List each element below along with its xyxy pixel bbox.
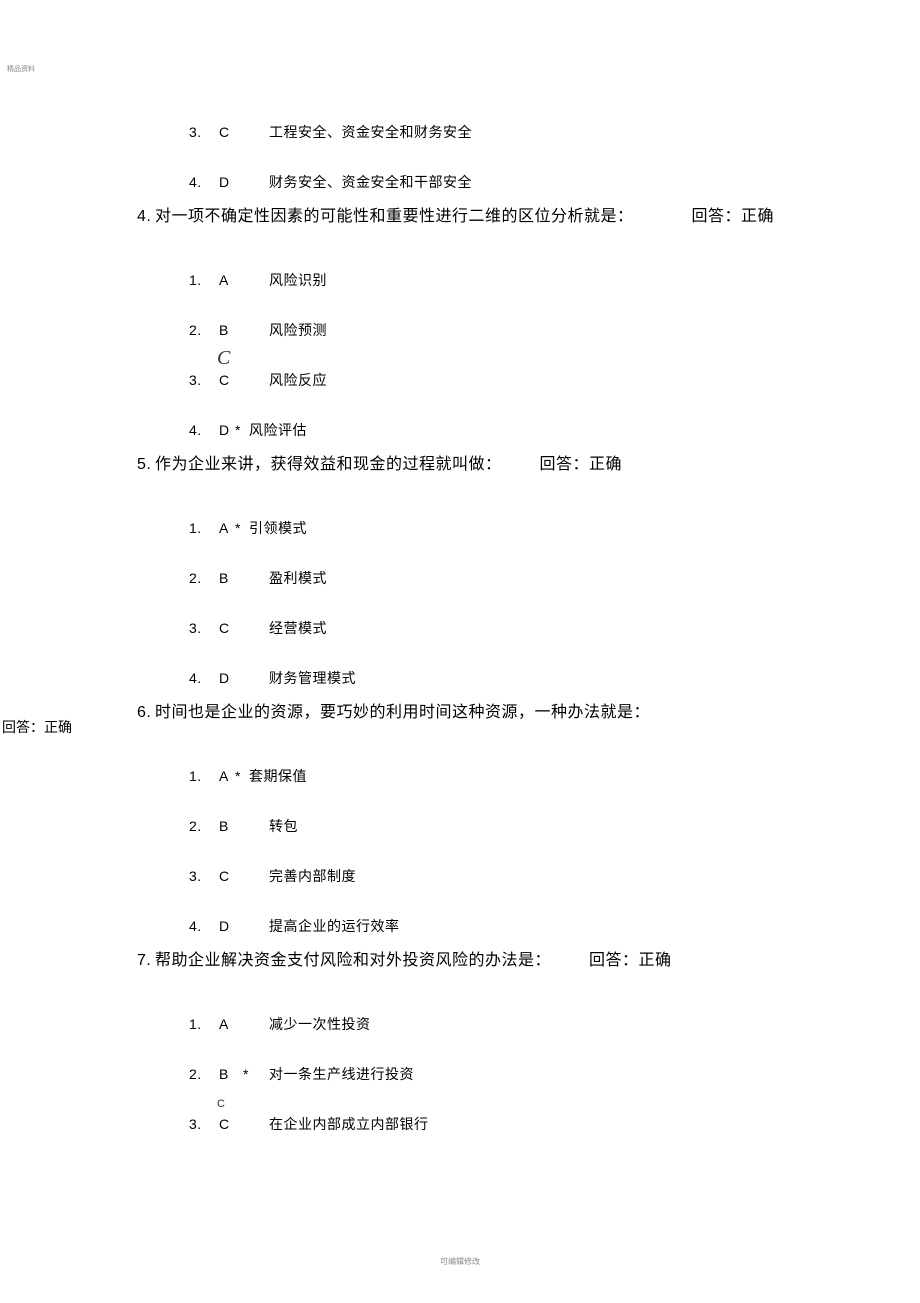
option-letter: A xyxy=(219,1016,269,1032)
option-letter: D xyxy=(219,174,269,190)
option-row: C 3. C 在企业内部成立内部银行 xyxy=(189,1114,920,1136)
option-letter: C xyxy=(219,868,269,884)
question-prev-options: 3. C 工程安全、资金安全和财务安全 4. D 财务安全、资金安全和干部安全 xyxy=(0,122,920,194)
option-number: 3. xyxy=(189,124,219,140)
answer-feedback: 回答：正确 xyxy=(589,950,672,972)
question-text: 时间也是企业的资源，要巧妙的利用时间这种资源，一种办法就是： xyxy=(155,704,650,721)
option-text: 套期保值 xyxy=(249,766,307,786)
question-7: 7.帮助企业解决资金支付风险和对外投资风险的办法是： 回答：正确 1. A 减少一… xyxy=(0,950,920,1136)
question-6: 回答：正确 6.时间也是企业的资源，要巧妙的利用时间这种资源，一种办法就是： 1… xyxy=(0,702,920,938)
option-row: 2. B 转包 xyxy=(189,816,920,838)
option-row: 4. D 财务安全、资金安全和干部安全 xyxy=(189,172,920,194)
question-number: 5. xyxy=(137,454,155,476)
option-letter: A xyxy=(219,768,235,784)
question-stem: 5.作为企业来讲，获得效益和现金的过程就叫做： 回答：正确 xyxy=(137,454,920,476)
option-letter: C xyxy=(219,1116,269,1132)
option-number: 4. xyxy=(189,422,219,438)
option-text: 引领模式 xyxy=(249,518,307,538)
option-number: 2. xyxy=(189,818,219,834)
footer-watermark: 可编辑修改 xyxy=(0,1256,920,1267)
answer-feedback: 回答：正确 xyxy=(692,206,775,228)
option-letter: C xyxy=(219,124,269,140)
question-text: 作为企业来讲，获得效益和现金的过程就叫做： xyxy=(155,456,502,473)
option-text: 对一条生产线进行投资 xyxy=(269,1064,414,1084)
option-text: 工程安全、资金安全和财务安全 xyxy=(269,122,472,142)
option-text: 财务安全、资金安全和干部安全 xyxy=(269,172,472,192)
option-letter: B xyxy=(219,1066,243,1082)
option-number: 1. xyxy=(189,520,219,536)
option-number: 1. xyxy=(189,272,219,288)
option-row: C 3. C 风险反应 xyxy=(189,370,920,392)
option-text: 转包 xyxy=(269,816,298,836)
option-row: 1. A* 套期保值 xyxy=(189,766,920,788)
option-row: 4. D 财务管理模式 xyxy=(189,668,920,690)
question-text: 对一项不确定性因素的可能性和重要性进行二维的区位分析就是： xyxy=(155,208,634,225)
handwritten-annotation: C xyxy=(217,348,231,368)
option-number: 4. xyxy=(189,174,219,190)
correct-star-icon: * xyxy=(243,1066,269,1082)
option-text: 盈利模式 xyxy=(269,568,327,588)
option-number: 4. xyxy=(189,918,219,934)
option-number: 3. xyxy=(189,620,219,636)
option-letter: A xyxy=(219,520,235,536)
option-letter: D xyxy=(219,670,269,686)
question-stem: 4.对一项不确定性因素的可能性和重要性进行二维的区位分析就是： 回答：正确 xyxy=(137,206,920,228)
option-row: 3. C 工程安全、资金安全和财务安全 xyxy=(189,122,920,144)
question-number: 4. xyxy=(137,206,155,228)
option-row: 2. B 盈利模式 xyxy=(189,568,920,590)
question-number: 7. xyxy=(137,950,155,972)
question-stem: 7.帮助企业解决资金支付风险和对外投资风险的办法是： 回答：正确 xyxy=(137,950,920,972)
option-number: 1. xyxy=(189,768,219,784)
option-row: 4. D 提高企业的运行效率 xyxy=(189,916,920,938)
question-stem: 6.时间也是企业的资源，要巧妙的利用时间这种资源，一种办法就是： xyxy=(137,702,920,724)
option-letter: A xyxy=(219,272,269,288)
question-number: 6. xyxy=(137,702,155,724)
option-number: 2. xyxy=(189,1066,219,1082)
question-4: 4.对一项不确定性因素的可能性和重要性进行二维的区位分析就是：回答：正确 1. … xyxy=(0,206,920,442)
option-number: 3. xyxy=(189,868,219,884)
correct-star-icon: * xyxy=(235,768,249,784)
option-text: 经营模式 xyxy=(269,618,327,638)
answer-feedback: 回答：正确 xyxy=(540,454,623,476)
option-row: 2. B* 对一条生产线进行投资 xyxy=(189,1064,920,1086)
option-text: 财务管理模式 xyxy=(269,668,356,688)
option-number: 3. xyxy=(189,1116,219,1132)
option-text: 风险识别 xyxy=(269,270,327,290)
option-number: 2. xyxy=(189,322,219,338)
option-text: 减少一次性投资 xyxy=(269,1014,371,1034)
option-row: 1. A* 引领模式 xyxy=(189,518,920,540)
option-number: 1. xyxy=(189,1016,219,1032)
option-text: 完善内部制度 xyxy=(269,866,356,886)
document-body: 3. C 工程安全、资金安全和财务安全 4. D 财务安全、资金安全和干部安全 … xyxy=(0,100,920,1144)
option-text: 在企业内部成立内部银行 xyxy=(269,1114,429,1134)
option-row: 1. A 减少一次性投资 xyxy=(189,1014,920,1036)
option-row: 1. A 风险识别 xyxy=(189,270,920,292)
handwritten-annotation: C xyxy=(217,1098,225,1110)
option-letter: D xyxy=(219,918,269,934)
question-5: 5.作为企业来讲，获得效益和现金的过程就叫做：回答：正确 1. A* 引领模式 … xyxy=(0,454,920,690)
option-text: 风险反应 xyxy=(269,370,327,390)
answer-feedback: 回答：正确 xyxy=(2,716,72,738)
option-text: 提高企业的运行效率 xyxy=(269,916,400,936)
header-watermark: 精品资料 xyxy=(7,64,35,74)
option-row: 4. D* 风险评估 xyxy=(189,420,920,442)
option-number: 2. xyxy=(189,570,219,586)
option-row: 3. C 经营模式 xyxy=(189,618,920,640)
option-letter: B xyxy=(219,570,269,586)
option-letter: D xyxy=(219,422,235,438)
correct-star-icon: * xyxy=(235,520,249,536)
option-letter: B xyxy=(219,818,269,834)
option-row: 3. C 完善内部制度 xyxy=(189,866,920,888)
option-number: 3. xyxy=(189,372,219,388)
option-text: 风险评估 xyxy=(249,420,307,440)
option-row: 2. B 风险预测 xyxy=(189,320,920,342)
question-text: 帮助企业解决资金支付风险和对外投资风险的办法是： xyxy=(155,952,551,969)
option-letter: C xyxy=(219,372,269,388)
option-number: 4. xyxy=(189,670,219,686)
option-letter: C xyxy=(219,620,269,636)
option-text: 风险预测 xyxy=(269,320,327,340)
option-letter: B xyxy=(219,322,269,338)
correct-star-icon: * xyxy=(235,422,249,438)
